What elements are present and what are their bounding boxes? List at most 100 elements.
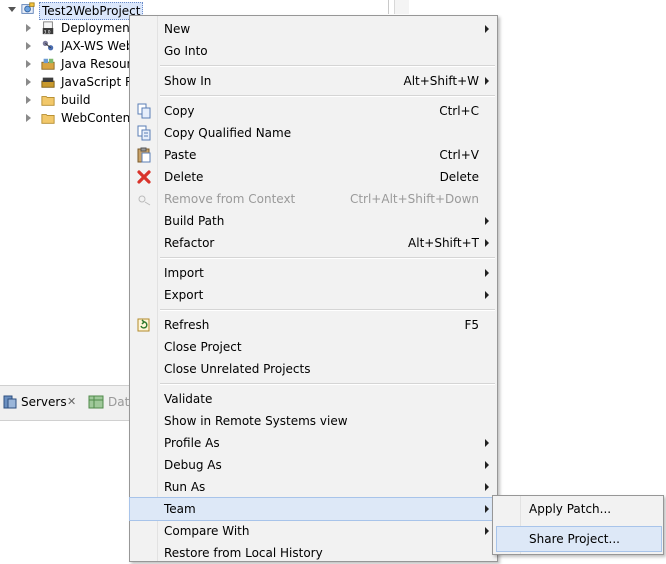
team-submenu: Apply Patch... Share Project... xyxy=(492,495,664,555)
expand-collapsed-icon[interactable] xyxy=(26,42,31,50)
menu-item-debug-as[interactable]: Debug As xyxy=(130,454,497,476)
expand-collapsed-icon[interactable] xyxy=(26,60,31,68)
menu-item-go-into[interactable]: Go Into xyxy=(130,40,497,62)
menu-item-shortcut: Ctrl+Alt+Shift+Down xyxy=(349,192,479,206)
menu-item-shortcut: Alt+Shift+T xyxy=(408,236,479,250)
menu-separator xyxy=(160,257,495,259)
expand-collapsed-icon[interactable] xyxy=(26,24,31,32)
menu-item-restore-from-local-history[interactable]: Restore from Local History xyxy=(130,542,497,564)
menu-item-shortcut: F5 xyxy=(464,318,479,332)
menu-item-close-unrelated-projects[interactable]: Close Unrelated Projects xyxy=(130,358,497,380)
tab-label: Dat xyxy=(108,395,130,409)
menu-separator xyxy=(160,65,495,67)
submenu-arrow-icon xyxy=(485,527,489,535)
submenu-arrow-icon xyxy=(485,505,489,513)
data-source-icon xyxy=(88,395,104,409)
menu-item-label: Close Project xyxy=(164,340,242,354)
menu-item-build-path[interactable]: Build Path xyxy=(130,210,497,232)
submenu-arrow-icon xyxy=(485,217,489,225)
menu-item-show-in[interactable]: Show In Alt+Shift+W xyxy=(130,70,497,92)
menu-item-label: Copy xyxy=(164,104,195,118)
menu-item-label: Export xyxy=(164,288,204,302)
menu-item-label: Copy Qualified Name xyxy=(164,126,292,140)
project-root-label[interactable]: Test2WebProject xyxy=(39,2,144,20)
menu-item-shortcut: Ctrl+C xyxy=(439,104,479,118)
servers-icon xyxy=(3,395,17,409)
menu-item-export[interactable]: Export xyxy=(130,284,497,306)
menu-separator xyxy=(160,383,495,385)
menu-item-profile-as[interactable]: Profile As xyxy=(130,432,497,454)
deployment-descriptor-icon: 3.0 xyxy=(42,21,54,35)
submenu-arrow-icon xyxy=(485,461,489,469)
menu-item-close-project[interactable]: Close Project xyxy=(130,336,497,358)
menu-item-label: Refresh xyxy=(164,318,210,332)
expand-collapsed-icon[interactable] xyxy=(26,96,31,104)
context-menu: New Go Into Show In Alt+Shift+W Copy Ctr… xyxy=(129,15,498,562)
submenu-arrow-icon xyxy=(485,291,489,299)
menu-item-copy-qualified-name[interactable]: Copy Qualified Name xyxy=(130,122,497,144)
menu-item-label: Debug As xyxy=(164,458,222,472)
expand-open-icon[interactable] xyxy=(8,7,16,12)
editor-area-edge xyxy=(394,0,409,14)
folder-icon xyxy=(41,96,55,106)
submenu-arrow-icon xyxy=(485,483,489,491)
menu-item-team[interactable]: Team xyxy=(129,497,498,521)
menu-item-label: Build Path xyxy=(164,214,225,228)
menu-item-label: Go Into xyxy=(164,44,208,58)
menu-item-label: Compare With xyxy=(164,524,250,538)
close-icon[interactable]: ✕ xyxy=(67,392,76,412)
menu-item-label: Show In xyxy=(164,74,212,88)
jaxws-icon xyxy=(42,40,54,51)
expand-collapsed-icon[interactable] xyxy=(26,114,31,122)
menu-item-label: Import xyxy=(164,266,204,280)
menu-item-compare-with[interactable]: Compare With xyxy=(130,520,497,542)
menu-item-shortcut: Alt+Shift+W xyxy=(403,74,480,88)
menu-separator xyxy=(160,309,495,311)
svg-text:3.0: 3.0 xyxy=(44,29,51,35)
menu-item-label: Validate xyxy=(164,392,213,406)
submenu-arrow-icon xyxy=(485,269,489,277)
menu-item-label: Show in Remote Systems view xyxy=(164,414,348,428)
menu-item-label: Paste xyxy=(164,148,197,162)
tab-label: Servers xyxy=(21,395,67,409)
menu-item-import[interactable]: Import xyxy=(130,262,497,284)
tree-item-label: Java Resourc xyxy=(61,57,138,71)
folder-icon xyxy=(41,114,55,124)
menu-item-label: New xyxy=(164,22,191,36)
tree-item-label: JAX-WS Web xyxy=(61,39,134,53)
submenu-arrow-icon xyxy=(485,77,489,85)
menu-item-copy[interactable]: Copy Ctrl+C xyxy=(130,100,497,122)
menu-item-new[interactable]: New xyxy=(130,18,497,40)
refresh-icon xyxy=(137,318,150,332)
menu-item-delete[interactable]: Delete Delete xyxy=(130,166,497,188)
menu-item-remove-from-context: Remove from Context Ctrl+Alt+Shift+Down xyxy=(130,188,497,210)
menu-item-show-in-remote-systems[interactable]: Show in Remote Systems view xyxy=(130,410,497,432)
menu-item-refresh[interactable]: Refresh F5 xyxy=(130,314,497,336)
menu-item-label: Delete xyxy=(164,170,204,184)
delete-icon xyxy=(137,170,151,184)
copy-qualified-icon xyxy=(137,125,151,141)
menu-item-label: Refactor xyxy=(164,236,215,250)
menu-item-paste[interactable]: Paste Ctrl+V xyxy=(130,144,497,166)
web-project-icon xyxy=(21,2,35,14)
submenu-arrow-icon xyxy=(485,25,489,33)
submenu-arrow-icon xyxy=(485,239,489,247)
pane-divider xyxy=(388,0,389,14)
submenu-arrow-icon xyxy=(485,439,489,447)
menu-separator xyxy=(160,95,495,97)
menu-item-label: Close Unrelated Projects xyxy=(164,362,311,376)
tree-item-label: build xyxy=(61,93,91,107)
menu-item-refactor[interactable]: Refactor Alt+Shift+T xyxy=(130,232,497,254)
menu-item-label: Apply Patch... xyxy=(529,502,612,516)
expand-collapsed-icon[interactable] xyxy=(26,78,31,86)
submenu-item-apply-patch[interactable]: Apply Patch... xyxy=(493,497,663,521)
menu-item-run-as[interactable]: Run As xyxy=(130,476,497,498)
submenu-item-share-project[interactable]: Share Project... xyxy=(496,526,662,552)
menu-item-validate[interactable]: Validate xyxy=(130,388,497,410)
java-resources-icon xyxy=(41,58,55,70)
menu-item-shortcut: Ctrl+V xyxy=(439,148,479,162)
menu-item-shortcut: Delete xyxy=(439,170,479,184)
copy-icon xyxy=(137,103,151,119)
remove-context-icon xyxy=(138,195,151,206)
tree-item-label: Deployment xyxy=(61,21,135,35)
